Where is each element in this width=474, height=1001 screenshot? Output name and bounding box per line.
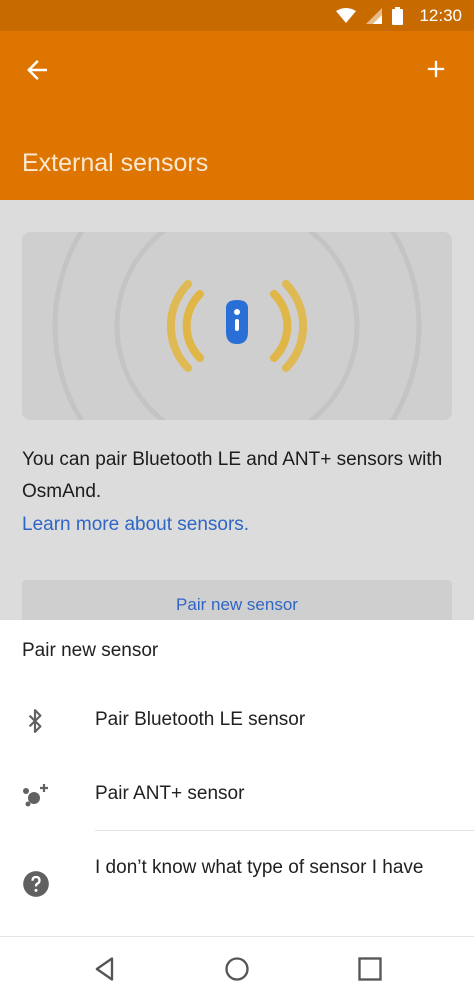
- add-icon[interactable]: [422, 55, 450, 83]
- status-time: 12:30: [419, 6, 462, 25]
- option-label: Pair Bluetooth LE sensor: [95, 709, 306, 730]
- app-bar: External sensors: [0, 31, 474, 200]
- nav-back-icon[interactable]: [91, 955, 119, 983]
- sensor-illustration: [22, 232, 452, 420]
- bluetooth-icon: [28, 709, 42, 733]
- pair-sensor-sheet: Pair new sensor Pair Bluetooth LE sensor…: [0, 620, 474, 936]
- description-text: You can pair Bluetooth LE and ANT+ senso…: [22, 449, 443, 502]
- cell-signal-icon: [366, 8, 383, 24]
- help-icon: [23, 871, 49, 897]
- option-ant-plus[interactable]: Pair ANT+ sensor: [0, 768, 474, 820]
- divider: [95, 830, 474, 831]
- option-unknown-sensor[interactable]: I don’t know what type of sensor I have: [0, 846, 474, 922]
- page-title: External sensors: [22, 149, 209, 177]
- option-label: I don’t know what type of sensor I have: [95, 857, 424, 878]
- pair-new-sensor-button[interactable]: Pair new sensor: [22, 580, 452, 620]
- wifi-icon: [336, 8, 357, 23]
- back-arrow-icon[interactable]: [22, 55, 52, 85]
- nav-recents-icon[interactable]: [356, 955, 384, 983]
- option-bluetooth-le[interactable]: Pair Bluetooth LE sensor: [0, 694, 474, 746]
- nav-home-icon[interactable]: [223, 955, 251, 983]
- sensor-signal-icon: [52, 232, 422, 420]
- status-bar: 12:30: [0, 0, 474, 31]
- main-content: You can pair Bluetooth LE and ANT+ senso…: [0, 200, 474, 620]
- learn-more-link[interactable]: Learn more about sensors.: [22, 514, 249, 536]
- sheet-title: Pair new sensor: [22, 640, 159, 661]
- option-label: Pair ANT+ sensor: [95, 783, 245, 804]
- system-nav-bar: [0, 936, 474, 1001]
- battery-icon: [392, 7, 404, 25]
- ant-plus-icon: [23, 784, 48, 807]
